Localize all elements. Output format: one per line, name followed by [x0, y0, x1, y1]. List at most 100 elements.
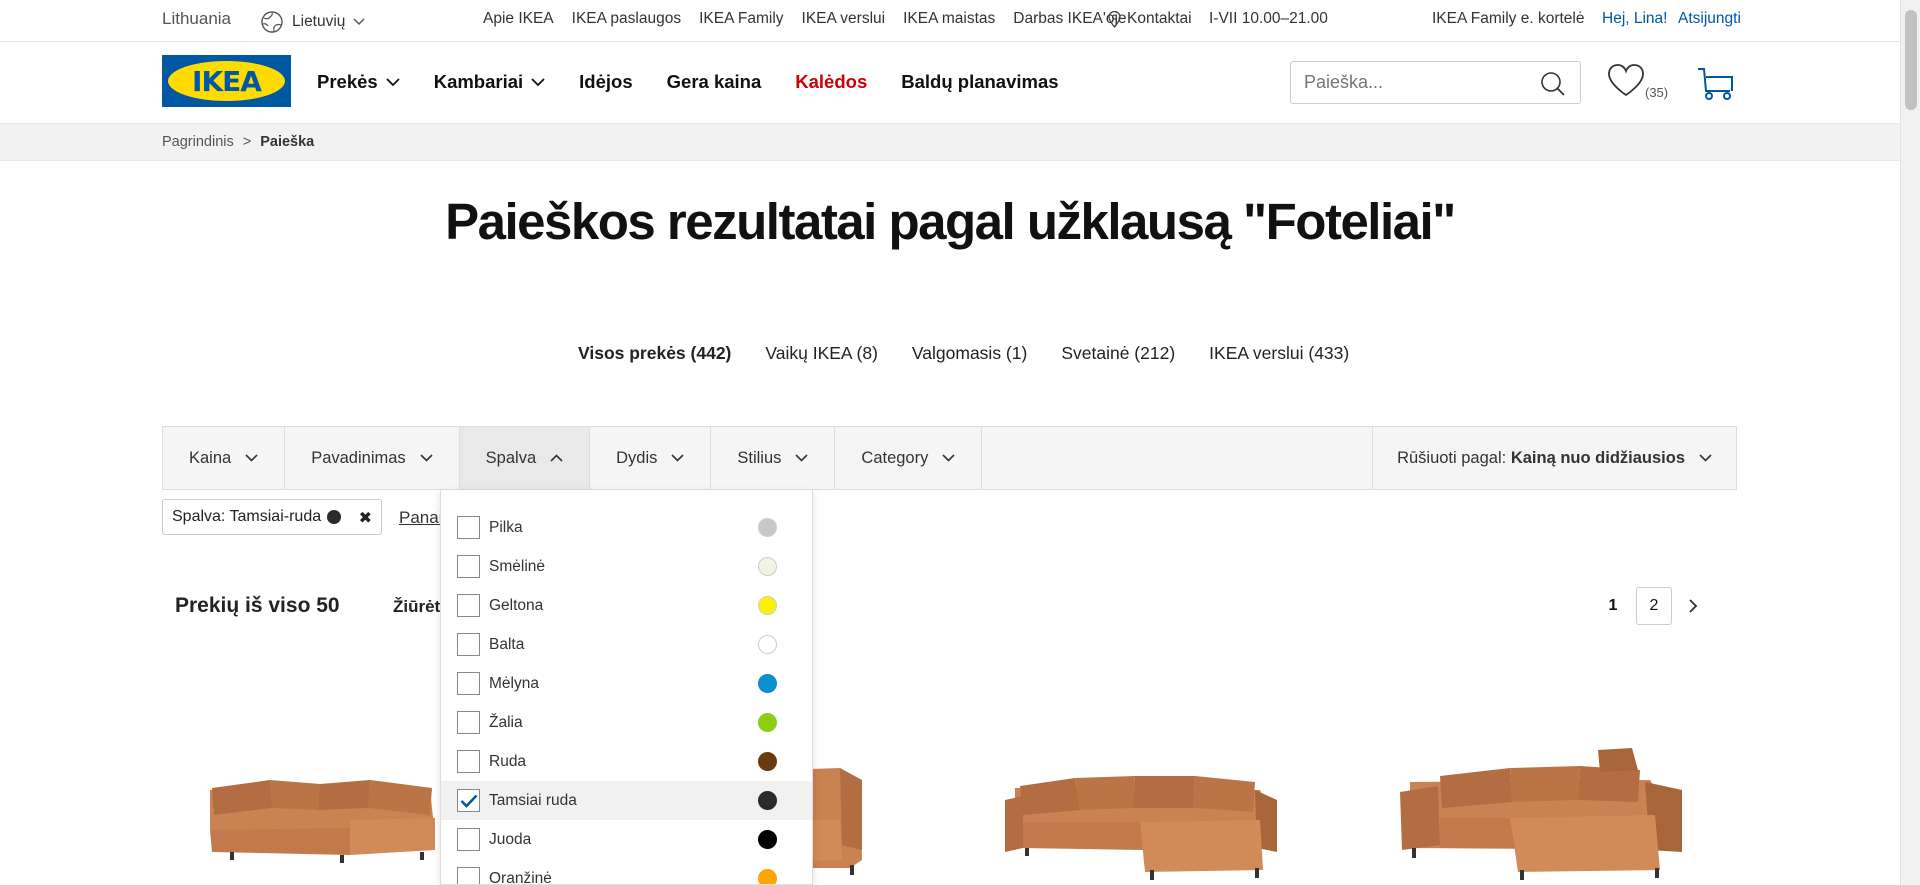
color-swatch: [758, 674, 777, 693]
color-option-geltona[interactable]: Geltona: [441, 586, 812, 625]
filter-bar: Kaina Pavadinimas Spalva Dydis Stilius C…: [162, 426, 1737, 490]
tab-business[interactable]: IKEA verslui (433): [1209, 343, 1349, 364]
color-option-juoda[interactable]: Juoda: [441, 820, 812, 859]
filter-price[interactable]: Kaina: [163, 427, 286, 489]
ikea-logo[interactable]: IKEA: [162, 55, 291, 107]
checkbox[interactable]: [457, 867, 480, 884]
filter-color[interactable]: Spalva: [459, 427, 591, 489]
product-image-sofa-3[interactable]: [1005, 760, 1285, 885]
checkbox-checked[interactable]: [457, 789, 480, 812]
color-option-label: Oranžinė: [489, 869, 552, 885]
nav-planning[interactable]: Baldų planavimas: [901, 71, 1058, 93]
wishlist-button[interactable]: (35): [1607, 63, 1668, 102]
checkmark-icon: [460, 794, 477, 808]
tab-dining[interactable]: Valgomasis (1): [912, 343, 1027, 364]
main-header: IKEA Prekės Kambariai Idėjos Gera kaina …: [0, 43, 1900, 123]
active-filter-swatch: [327, 510, 342, 524]
color-option-label: Ruda: [489, 752, 527, 770]
nav-ideas[interactable]: Idėjos: [579, 71, 632, 93]
filter-size[interactable]: Dydis: [590, 427, 712, 489]
filter-style[interactable]: Stilius: [711, 427, 836, 489]
color-option-label: Tamsiai ruda: [489, 791, 577, 809]
color-filter-dropdown: Pilka Smėlinė Geltona Balta Mėlyna Žalia…: [440, 490, 813, 885]
chevron-down-icon: [245, 454, 258, 462]
checkbox[interactable]: [457, 711, 480, 734]
filter-spacer: [982, 427, 1372, 489]
color-option-oranzine[interactable]: Oranžinė: [441, 859, 812, 885]
color-option-pilka[interactable]: Pilka: [441, 508, 812, 547]
nav-products[interactable]: Prekės: [317, 71, 400, 93]
checkbox[interactable]: [457, 633, 480, 656]
color-option-label: Žalia: [489, 713, 523, 731]
view-toggle[interactable]: Žiūrėti: [393, 597, 445, 617]
product-image-sofa-4[interactable]: [1400, 740, 1690, 885]
color-option-ruda[interactable]: Ruda: [441, 742, 812, 781]
top-link-about[interactable]: Apie IKEA: [483, 10, 554, 28]
tab-all-products[interactable]: Visos prekės (442): [578, 343, 731, 364]
color-option-tamsiai-ruda[interactable]: Tamsiai ruda: [441, 781, 812, 820]
cart-button[interactable]: [1696, 67, 1734, 106]
checkbox[interactable]: [457, 516, 480, 539]
logout-link[interactable]: Atsijungti: [1678, 10, 1741, 28]
color-option-label: Smėlinė: [489, 557, 545, 575]
color-swatch: [758, 557, 777, 576]
chevron-down-icon: [386, 77, 400, 86]
color-option-zalia[interactable]: Žalia: [441, 703, 812, 742]
country-label[interactable]: Lithuania: [162, 9, 231, 29]
top-links: Apie IKEA IKEA paslaugos IKEA Family IKE…: [483, 10, 1127, 28]
top-link-services[interactable]: IKEA paslaugos: [572, 10, 681, 28]
family-card-link[interactable]: IKEA Family e. kortelė: [1432, 10, 1584, 28]
color-option-label: Balta: [489, 635, 525, 653]
checkbox[interactable]: [457, 672, 480, 695]
language-label: Lietuvių: [292, 13, 346, 30]
main-nav: Prekės Kambariai Idėjos Gera kaina Kalėd…: [317, 71, 1059, 93]
remove-filter-icon[interactable]: ✖: [359, 508, 372, 528]
language-selector[interactable]: Lietuvių: [260, 10, 365, 34]
filter-label: Dydis: [616, 448, 658, 467]
search-box: [1290, 61, 1581, 104]
top-link-food[interactable]: IKEA maistas: [903, 10, 995, 28]
chevron-right-icon[interactable]: [1688, 598, 1698, 614]
scrollbar-thumb[interactable]: [1905, 10, 1917, 110]
filter-name[interactable]: Pavadinimas: [285, 427, 460, 489]
filter-label: Kaina: [189, 448, 232, 467]
filter-category[interactable]: Category: [835, 427, 983, 489]
chevron-down-icon: [671, 454, 684, 462]
heart-icon: [1608, 64, 1644, 97]
page-title: Paieškos rezultatai pagal užklausą "Fote…: [445, 193, 1456, 250]
search-icon[interactable]: [1540, 71, 1566, 97]
nav-good-price[interactable]: Gera kaina: [667, 71, 762, 93]
contacts-label: Kontaktai: [1127, 10, 1192, 27]
page-scrollbar[interactable]: [1900, 0, 1920, 885]
page-2-button[interactable]: 2: [1636, 587, 1672, 625]
search-input[interactable]: [1291, 62, 1531, 103]
breadcrumb-home[interactable]: Pagrindinis: [162, 134, 234, 150]
active-filter-chip: Spalva: Tamsiai-ruda ✖: [162, 499, 382, 535]
color-swatch: [758, 518, 777, 537]
checkbox[interactable]: [457, 594, 480, 617]
color-option-melyna[interactable]: Mėlyna: [441, 664, 812, 703]
chevron-down-icon: [353, 18, 365, 26]
nav-label: Kambariai: [433, 71, 524, 92]
color-swatch: [758, 791, 777, 810]
checkbox[interactable]: [457, 828, 480, 851]
color-option-smeline[interactable]: Smėlinė: [441, 547, 812, 586]
tab-kids[interactable]: Vaikų IKEA (8): [765, 343, 878, 364]
checkbox[interactable]: [457, 750, 480, 773]
sort-dropdown[interactable]: Rūšiuoti pagal: Kainą nuo didžiausios: [1372, 427, 1736, 489]
user-greeting[interactable]: Hej, Lina!: [1602, 10, 1667, 28]
contacts-link[interactable]: Kontaktai: [1108, 10, 1192, 28]
color-swatch: [758, 869, 777, 884]
top-link-family[interactable]: IKEA Family: [699, 10, 783, 28]
product-image-sofa-1[interactable]: [200, 760, 450, 885]
checkbox[interactable]: [457, 555, 480, 578]
tab-living-room[interactable]: Svetainė (212): [1061, 343, 1175, 364]
breadcrumb-current: Paieška: [260, 134, 315, 150]
nav-rooms[interactable]: Kambariai: [434, 71, 545, 93]
breadcrumb-separator: >: [242, 134, 252, 150]
category-tabs: Visos prekės (442) Vaikų IKEA (8) Valgom…: [578, 343, 1349, 364]
color-option-balta[interactable]: Balta: [441, 625, 812, 664]
sort-label: Rūšiuoti pagal:: [1397, 448, 1507, 467]
nav-christmas[interactable]: Kalėdos: [795, 71, 867, 93]
top-link-business[interactable]: IKEA verslui: [802, 10, 886, 28]
